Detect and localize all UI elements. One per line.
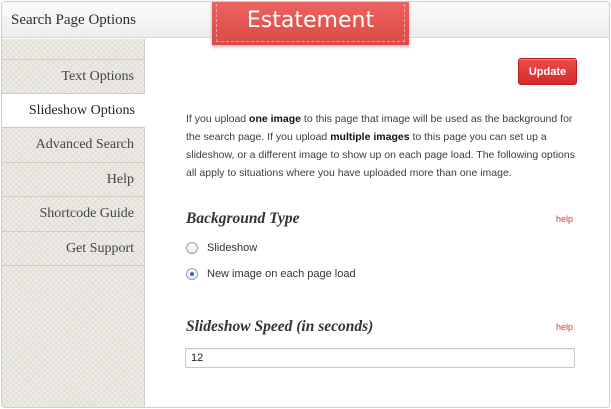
background-type-title: Background Type: [186, 210, 300, 227]
sidebar-nav: Text Options Slideshow Options Advanced …: [2, 59, 145, 266]
main-panel: Update If you upload one image to this p…: [146, 39, 609, 407]
intro-text-part: If you upload: [186, 113, 250, 125]
radio-slideshow[interactable]: Slideshow: [186, 241, 257, 255]
sidebar-item-text-options[interactable]: Text Options: [2, 59, 144, 94]
sidebar: Text Options Slideshow Options Advanced …: [2, 39, 145, 407]
intro-emphasis-multiple-images: multiple images: [330, 131, 410, 143]
sidebar-item-slideshow-options[interactable]: Slideshow Options: [2, 93, 145, 128]
slideshow-speed-title: Slideshow Speed (in seconds): [186, 318, 374, 335]
update-button[interactable]: Update: [518, 58, 577, 85]
radio-new-image-each-load[interactable]: New image on each page load: [186, 267, 356, 281]
settings-window: Search Page Options Estatement Text Opti…: [1, 1, 610, 408]
radio-button-checked[interactable]: [186, 268, 198, 280]
sidebar-item-shortcode-guide[interactable]: Shortcode Guide: [2, 197, 144, 232]
slideshow-speed-input[interactable]: [185, 348, 575, 368]
sidebar-item-help[interactable]: Help: [2, 163, 144, 197]
page-title: Search Page Options: [11, 12, 136, 28]
intro-text: If you upload one image to this page tha…: [186, 110, 581, 182]
intro-emphasis-one-image: one image: [249, 113, 301, 125]
sidebar-item-get-support[interactable]: Get Support: [2, 232, 144, 266]
sidebar-item-advanced-search[interactable]: Advanced Search: [2, 128, 144, 163]
background-type-help-link[interactable]: help: [556, 214, 573, 224]
ribbon-stitch-decoration: [216, 4, 405, 42]
radio-label: Slideshow: [207, 242, 258, 254]
slideshow-speed-help-link[interactable]: help: [556, 322, 573, 332]
radio-label: New image on each page load: [207, 268, 356, 280]
brand-logo-ribbon: Estatement: [212, 2, 409, 45]
radio-button-unchecked[interactable]: [186, 242, 198, 254]
